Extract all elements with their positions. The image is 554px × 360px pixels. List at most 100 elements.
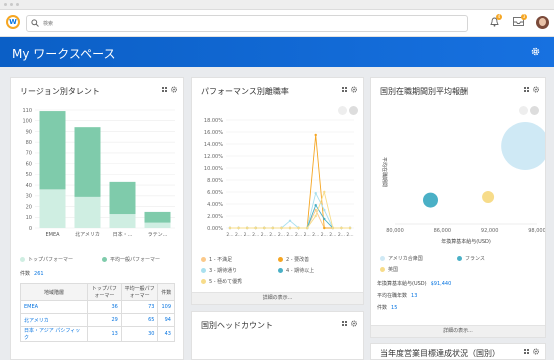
y-tick-label: 6.00% [207, 190, 223, 196]
data-point [323, 208, 326, 212]
zoom-in-icon[interactable] [530, 106, 539, 115]
card-actions[interactable] [524, 348, 542, 355]
x-tick-label: 2... [346, 232, 353, 238]
window-dot [4, 3, 7, 6]
data-point [305, 226, 309, 230]
zoom-out-icon[interactable] [519, 106, 528, 115]
table-cell[interactable]: 30 [120, 326, 159, 342]
kv-count: 件数 15 [377, 305, 398, 311]
table-cell-region[interactable]: 北アメリカ [20, 313, 88, 327]
notifications-badge: 4 [496, 14, 502, 20]
table-cell[interactable]: 94 [157, 313, 175, 327]
x-tick-label: 2... [252, 232, 259, 238]
bar-avg-performer [39, 111, 66, 190]
table-cell-region[interactable]: EMEA [20, 300, 88, 314]
data-point [280, 226, 283, 230]
x-tick-label: 98,000 [528, 228, 545, 234]
table-cell[interactable]: 73 [120, 300, 159, 314]
y-tick-label: 16.00% [204, 130, 223, 136]
notifications-button[interactable]: 4 [490, 14, 502, 29]
table-cell[interactable]: 43 [157, 326, 175, 342]
table-header[interactable]: 平均一般パフォーマー [120, 283, 159, 301]
y-tick-label: 8.00% [207, 178, 223, 184]
y-tick-label: 0.00% [207, 226, 223, 232]
x-tick-label: 2... [312, 232, 319, 238]
related-actions-icon [524, 349, 529, 354]
search-input[interactable]: 検索 [26, 15, 468, 32]
zoom-out-icon[interactable] [338, 106, 347, 115]
card-actions[interactable] [342, 320, 360, 327]
view-details-link[interactable]: 詳細の表示... [371, 325, 545, 337]
turnover-line-chart: 0.00% 2.00% 4.00% 6.00% 8.00% 10.00% 12.00% 14.… [204, 118, 354, 238]
inbox-button[interactable]: 3 [513, 14, 527, 28]
table-header[interactable]: 地域階層 [20, 283, 88, 301]
y-tick-label: 30 [26, 194, 32, 200]
y-tick-label: 90 [26, 129, 32, 135]
sales-target-card: 当年度営業目標達成状況（国別） [370, 343, 546, 360]
legend-item-5: 5 - 極めて優秀 [201, 278, 242, 285]
avatar[interactable] [536, 16, 549, 29]
y-axis-label: 平均在職期間 [381, 157, 388, 187]
top-bar: W 検索 4 3 [0, 10, 554, 37]
talent-count-value[interactable]: 261 [34, 271, 44, 277]
table-header[interactable]: トップパフォーマー [87, 283, 122, 301]
card-actions[interactable] [162, 86, 180, 93]
card-actions[interactable] [342, 86, 360, 93]
gear-icon [171, 86, 178, 93]
y-tick-label: 10 [26, 215, 32, 221]
headcount-card: 国別ヘッドカウント [191, 311, 364, 360]
y-tick-label: 10.00% [204, 166, 223, 172]
table-cell[interactable]: 13 [87, 326, 122, 342]
gear-icon[interactable] [531, 47, 540, 56]
bubble [482, 190, 495, 203]
gear-icon [351, 320, 358, 327]
table-cell[interactable]: 65 [120, 313, 159, 327]
window-chrome [0, 0, 554, 10]
compensation-card: 国別在職期間別平均報酬 80,000 86,000 92,000 98,000 年換算基… [370, 77, 546, 338]
table-cell-region[interactable]: 日本・アジア パシフィック [20, 326, 88, 342]
bar-top-performer [144, 222, 171, 228]
kv-tenure: 平均在職年数 13 [377, 293, 418, 299]
x-tick-label: EMEA [45, 232, 60, 238]
y-tick-label: 4.00% [207, 202, 223, 208]
table-row: EMEA 36 73 109 [20, 300, 175, 314]
x-tick-label: 2... [269, 232, 276, 238]
turnover-card: パフォーマンス別離職率 0.00% 2.00% 4.00% 6.00% 8.00% 10.… [191, 77, 364, 305]
table-cell[interactable]: 109 [157, 300, 175, 314]
data-point [288, 219, 292, 222]
data-point [323, 190, 326, 194]
table-header[interactable]: 件数 [157, 283, 175, 301]
view-details-link[interactable]: 詳細の表示... [192, 292, 363, 304]
y-tick-label: 20 [26, 204, 32, 210]
data-point [228, 226, 232, 230]
workday-logo[interactable]: W [6, 15, 20, 29]
kv-salary: 年換算基本給与(USD) $91,440 [377, 281, 452, 287]
x-tick-label: 日本・... [113, 231, 133, 238]
card-title: パフォーマンス別離職率 [201, 87, 289, 96]
window-dot [16, 3, 19, 6]
zoom-in-icon[interactable] [349, 106, 358, 115]
bar-avg-performer [144, 211, 171, 223]
search-icon [31, 19, 39, 27]
card-actions[interactable] [524, 86, 542, 93]
bubble [501, 122, 545, 170]
y-tick-label: 80 [26, 140, 32, 146]
data-point [331, 226, 335, 230]
data-point [348, 226, 352, 230]
table-cell[interactable]: 29 [87, 313, 122, 327]
x-tick-label: 2... [244, 232, 251, 238]
x-tick-label: 2... [278, 232, 285, 238]
bar-avg-performer [109, 181, 136, 215]
x-tick-label: 2... [304, 232, 311, 238]
data-point [263, 226, 266, 230]
table-cell[interactable]: 36 [87, 300, 122, 314]
x-tick-label: 2... [261, 232, 268, 238]
data-point [340, 226, 343, 230]
x-axis-label: 年換算基本給与(USD) [441, 238, 491, 245]
y-tick-label: 40 [26, 183, 32, 189]
legend-item-4: 4 - 期待以上 [278, 267, 314, 274]
legend-item-uk: 英国 [380, 266, 398, 273]
x-tick-label: 2... [321, 232, 328, 238]
data-point [323, 226, 326, 230]
data-point [314, 192, 317, 195]
